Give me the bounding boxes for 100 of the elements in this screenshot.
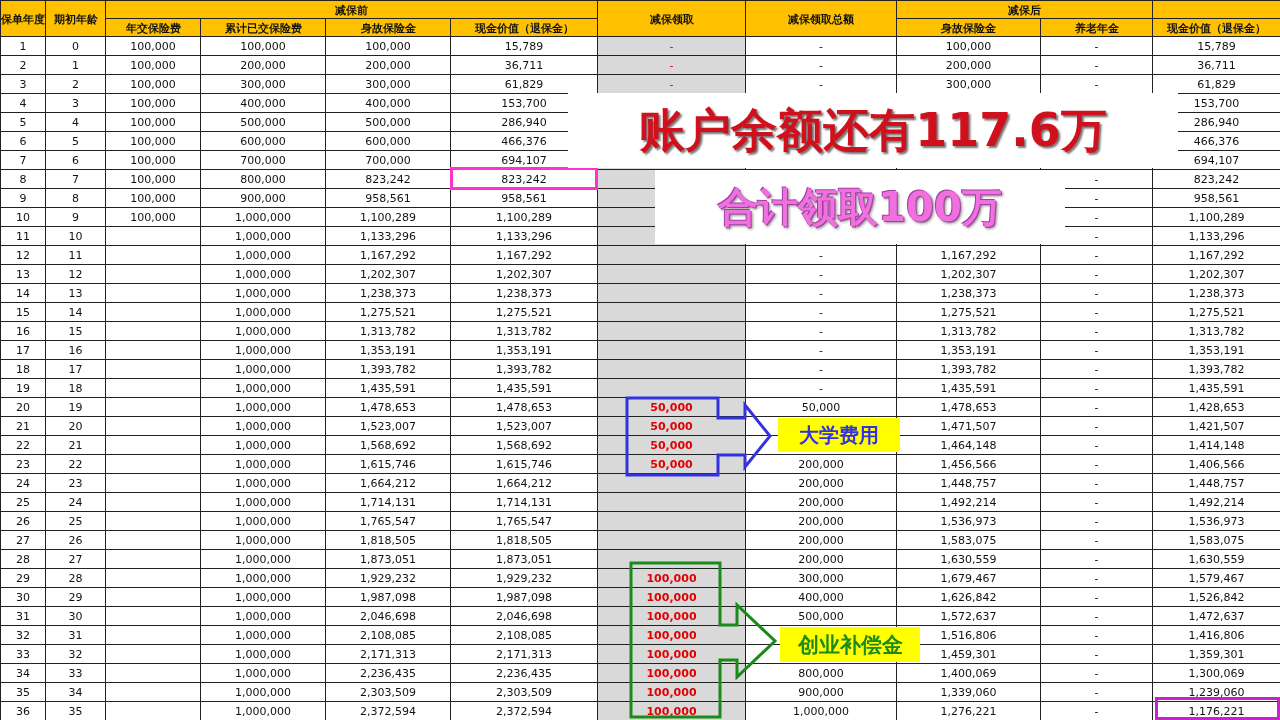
table-cell: 34	[45, 682, 106, 702]
table-cell: 20	[45, 416, 106, 436]
table-cell: 23	[0, 454, 46, 474]
callout-label: 大学费用	[778, 418, 900, 452]
table-cell: -	[1040, 378, 1153, 398]
table-cell: 7	[45, 169, 106, 189]
table-cell: 200,000	[896, 55, 1041, 75]
table-cell: 8	[0, 169, 46, 189]
table-cell: 1,000,000	[200, 359, 326, 379]
table-cell: 200,000	[745, 454, 897, 474]
table-cell: 1,448,757	[896, 473, 1041, 493]
table-cell: -	[745, 264, 897, 284]
table-cell: 1,133,296	[450, 226, 598, 246]
table-cell: 11	[45, 245, 106, 265]
table-cell: 28	[45, 568, 106, 588]
table-cell: 2,303,509	[450, 682, 598, 702]
table-cell: 100,000	[200, 36, 326, 56]
table-cell: 800,000	[200, 169, 326, 189]
table-cell: 2,171,313	[325, 644, 451, 664]
table-cell: 32	[0, 625, 46, 645]
table-cell: 11	[0, 226, 46, 246]
table-cell: 1	[0, 36, 46, 56]
caption-banner: 账户余额还有117.6万	[568, 93, 1178, 168]
table-cell: 1,100,289	[450, 207, 598, 227]
table-cell: 1,492,214	[896, 492, 1041, 512]
table-cell: 1,339,060	[896, 682, 1041, 702]
table-cell: 12	[0, 245, 46, 265]
table-cell: 1,000,000	[200, 473, 326, 493]
table-cell: 1,353,191	[896, 340, 1041, 360]
table-cell: 1,572,637	[896, 606, 1041, 626]
table-cell: 1,275,521	[325, 302, 451, 322]
table-cell: -	[1040, 36, 1153, 56]
table-cell: 22	[45, 454, 106, 474]
table-cell: 1,000,000	[200, 625, 326, 645]
table-cell: 1,000,000	[200, 492, 326, 512]
table-cell: 1,000,000	[200, 549, 326, 569]
table-cell: 1,275,521	[450, 302, 598, 322]
table-cell: 400,000	[325, 93, 451, 113]
table-cell: 1,000,000	[200, 682, 326, 702]
table-cell: 2,108,085	[450, 625, 598, 645]
table-cell: 1,568,692	[450, 435, 598, 455]
table-cell: -	[1040, 606, 1153, 626]
table-cell: 1,000,000	[200, 264, 326, 284]
table-cell: 1,456,566	[896, 454, 1041, 474]
table-cell: 100,000	[105, 93, 201, 113]
table-cell: 1,393,782	[896, 359, 1041, 379]
table-cell: 1,818,505	[450, 530, 598, 550]
table-cell: -	[1040, 492, 1153, 512]
table-cell: 100,000	[105, 36, 201, 56]
table-cell: 4	[45, 112, 106, 132]
table-cell: 22	[0, 435, 46, 455]
table-cell: 1,000,000	[200, 454, 326, 474]
table-cell: -	[745, 55, 897, 75]
table-cell: 1,714,131	[325, 492, 451, 512]
table-cell: -	[745, 283, 897, 303]
table-cell: -	[1040, 682, 1153, 702]
table-cell: 4	[0, 93, 46, 113]
table-cell: -	[1040, 416, 1153, 436]
table-cell: 3	[45, 93, 106, 113]
column-header: 减保领取总额	[745, 0, 897, 37]
table-cell: -	[745, 302, 897, 322]
table-cell: 17	[0, 340, 46, 360]
table-cell: 1,393,782	[450, 359, 598, 379]
table-cell: 1,615,746	[450, 454, 598, 474]
table-cell: 100,000	[105, 207, 201, 227]
table-cell: -	[745, 321, 897, 341]
table-cell: 1,523,007	[450, 416, 598, 436]
table-cell: 1,568,692	[325, 435, 451, 455]
table-cell: 16	[0, 321, 46, 341]
table-cell: -	[1040, 530, 1153, 550]
table-cell: 18	[45, 378, 106, 398]
table-cell: 7	[0, 150, 46, 170]
table-cell: -	[1040, 663, 1153, 683]
table-cell: 1,167,292	[325, 245, 451, 265]
table-cell: 15	[0, 302, 46, 322]
table-cell: 1,478,653	[325, 397, 451, 417]
table-cell: 400,000	[200, 93, 326, 113]
table-cell: 1,583,075	[896, 530, 1041, 550]
table-cell: 600,000	[325, 131, 451, 151]
table-cell: 2	[45, 74, 106, 94]
table-cell: 1,202,307	[325, 264, 451, 284]
table-cell: 10	[0, 207, 46, 227]
table-cell: 700,000	[200, 150, 326, 170]
table-cell: -	[745, 340, 897, 360]
table-cell: 1,664,212	[325, 473, 451, 493]
table-cell: 1,238,373	[450, 283, 598, 303]
table-cell: 100,000	[896, 36, 1041, 56]
table-cell: 29	[0, 568, 46, 588]
table-cell: 1,000,000	[200, 245, 326, 265]
table-cell: 35	[0, 682, 46, 702]
table-cell: 1,000,000	[200, 511, 326, 531]
table-cell: -	[1040, 359, 1153, 379]
table-cell: 31	[0, 606, 46, 626]
table-cell: 8	[45, 188, 106, 208]
column-group-header: 减保前	[105, 0, 598, 19]
table-cell: 400,000	[745, 587, 897, 607]
table-cell: 16	[45, 340, 106, 360]
table-cell: 15	[45, 321, 106, 341]
table-cell: 1,478,653	[450, 397, 598, 417]
table-cell: 500,000	[200, 112, 326, 132]
